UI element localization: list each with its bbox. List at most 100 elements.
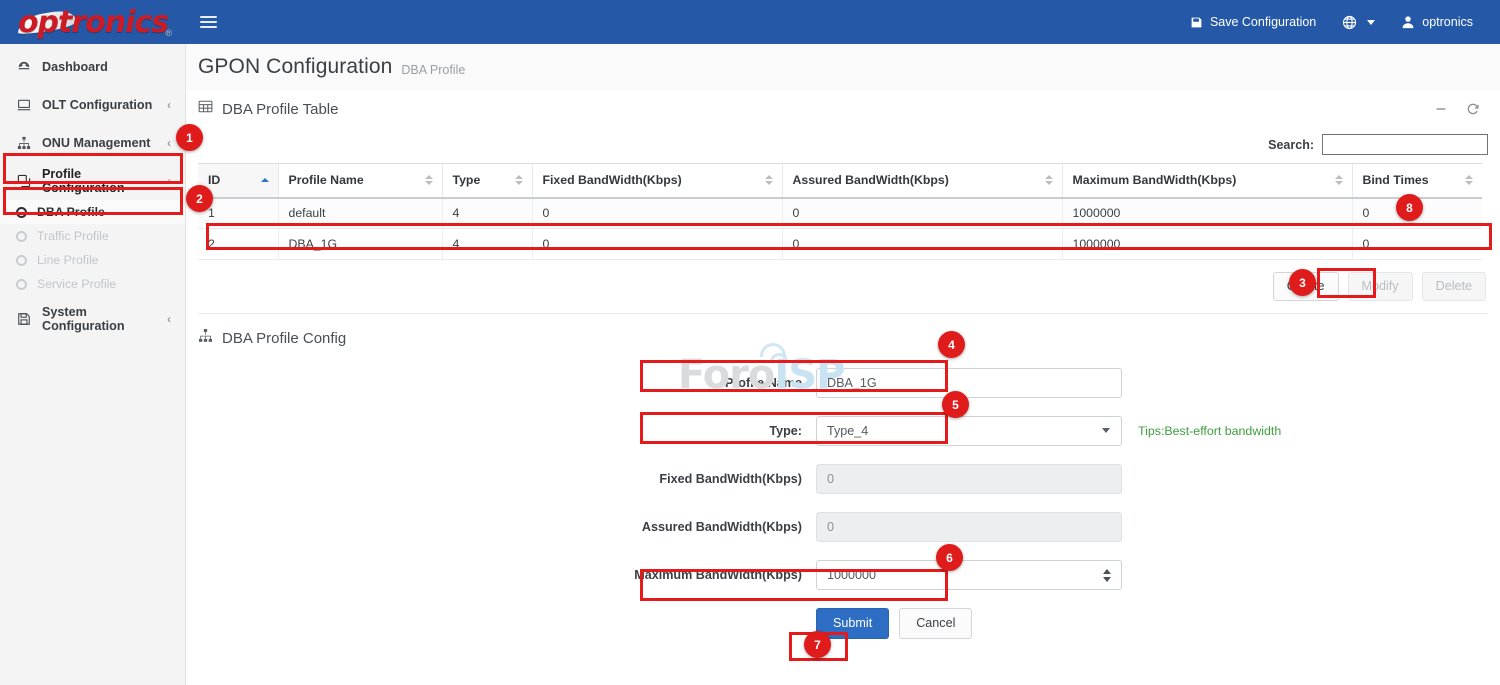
sort-icon	[515, 175, 523, 185]
type-select[interactable]: Type_4	[816, 416, 1122, 446]
user-menu[interactable]: optronics	[1388, 0, 1486, 44]
sidebar-item-onu-management[interactable]: ONU Management ‹	[0, 124, 185, 162]
sidebar-item-profile-configuration[interactable]: Profile Configuration ‹	[0, 162, 185, 200]
registered-mark: ®	[165, 28, 172, 38]
save-configuration-button[interactable]: Save Configuration	[1177, 0, 1329, 44]
table-header-row: ID Profile Name Type Fixed BandWidt	[198, 164, 1482, 198]
brand-text: optronics	[18, 5, 168, 40]
sidebar-subitem-label: Traffic Profile	[37, 229, 109, 243]
column-header-type[interactable]: Type	[442, 164, 532, 198]
submit-button[interactable]: Submit	[816, 608, 889, 639]
cell-fixed-bandwidth: 0	[532, 198, 782, 229]
search-row: Search:	[186, 128, 1500, 163]
sort-icon	[425, 175, 433, 185]
cell-maximum-bandwidth: 1000000	[1062, 229, 1352, 260]
sort-ascending-icon	[261, 178, 269, 182]
assured-bandwidth-input	[816, 512, 1122, 542]
cell-profile-name: DBA_1G	[278, 229, 442, 260]
column-header-profile-name[interactable]: Profile Name	[278, 164, 442, 198]
refresh-icon[interactable]	[1466, 102, 1480, 116]
table-action-buttons: Create Modify Delete	[186, 260, 1500, 313]
column-header-id[interactable]: ID	[198, 164, 278, 198]
sitemap-icon	[198, 328, 213, 348]
cancel-button[interactable]: Cancel	[899, 608, 972, 639]
cell-maximum-bandwidth: 1000000	[1062, 198, 1352, 229]
table-card-title: DBA Profile Table	[222, 101, 338, 118]
menu-toggle-icon[interactable]	[200, 10, 224, 34]
sidebar-item-dashboard[interactable]: Dashboard	[0, 48, 185, 86]
minus-icon[interactable]	[1434, 102, 1448, 116]
fixed-bandwidth-label: Fixed BandWidth(Kbps)	[186, 472, 816, 486]
cell-bind-times: 0	[1352, 229, 1482, 260]
sidebar-subitem-line-profile[interactable]: Line Profile	[0, 248, 185, 272]
form-action-buttons: Submit Cancel	[186, 608, 1500, 639]
sidebar-item-label: System Configuration	[42, 305, 157, 333]
sidebar: Dashboard OLT Configuration ‹	[0, 44, 186, 685]
globe-icon	[1342, 15, 1357, 30]
modify-button[interactable]: Modify	[1348, 272, 1413, 301]
column-header-assured-bandwidth[interactable]: Assured BandWidth(Kbps)	[782, 164, 1062, 198]
sidebar-subitem-label: Service Profile	[37, 277, 116, 291]
fixed-bandwidth-input	[816, 464, 1122, 494]
delete-button[interactable]: Delete	[1422, 272, 1486, 301]
cell-profile-name: default	[278, 198, 442, 229]
user-name-label: optronics	[1422, 15, 1473, 29]
sidebar-subitem-label: Line Profile	[37, 253, 99, 267]
dba-profile-table: ID Profile Name Type Fixed BandWidt	[198, 163, 1482, 260]
column-label: Maximum BandWidth(Kbps)	[1073, 173, 1237, 187]
sort-icon	[1335, 175, 1343, 185]
column-header-fixed-bandwidth[interactable]: Fixed BandWidth(Kbps)	[532, 164, 782, 198]
sidebar-item-arrow: ‹	[167, 174, 171, 188]
config-card-title: DBA Profile Config	[222, 330, 346, 347]
chevron-down-icon	[1367, 20, 1375, 25]
search-input[interactable]	[1322, 134, 1488, 155]
sidebar-subitem-service-profile[interactable]: Service Profile	[0, 272, 185, 296]
sidebar-subitem-traffic-profile[interactable]: Traffic Profile	[0, 224, 185, 248]
app-root: optronics ® Save Configuration	[0, 0, 1500, 685]
table-row[interactable]: 1 default 4 0 0 1000000 0	[198, 198, 1482, 229]
language-selector[interactable]	[1329, 0, 1388, 44]
sort-icon	[765, 175, 773, 185]
assured-bandwidth-label: Assured BandWidth(Kbps)	[186, 520, 816, 534]
card-tools	[1434, 102, 1480, 116]
monitor-icon	[16, 98, 32, 112]
save-configuration-label: Save Configuration	[1210, 15, 1316, 29]
maximum-bandwidth-input[interactable]	[816, 560, 1122, 590]
page-header: GPON Configuration DBA Profile	[186, 44, 1500, 90]
navbar-right-group: Save Configuration	[1177, 0, 1500, 44]
search-label: Search:	[1268, 138, 1314, 152]
cell-id: 1	[198, 198, 278, 229]
save-icon	[1190, 16, 1203, 29]
circle-icon	[16, 279, 27, 290]
table-row[interactable]: 2 DBA_1G 4 0 0 1000000 0	[198, 229, 1482, 260]
brand-logo[interactable]: optronics ®	[0, 0, 186, 44]
column-header-maximum-bandwidth[interactable]: Maximum BandWidth(Kbps)	[1062, 164, 1352, 198]
save-icon	[16, 312, 32, 326]
config-card-header: DBA Profile Config	[186, 318, 1500, 358]
sidebar-item-system-configuration[interactable]: System Configuration ‹	[0, 300, 185, 338]
circle-icon	[16, 255, 27, 266]
dba-profile-config-card: DBA Profile Config Profile Name Type: Ty…	[186, 318, 1500, 639]
profile-name-input[interactable]	[816, 368, 1122, 398]
cell-type: 4	[442, 229, 532, 260]
sidebar-item-olt-configuration[interactable]: OLT Configuration ‹	[0, 86, 185, 124]
sidebar-subitem-label: DBA Profile	[37, 205, 105, 219]
column-header-bind-times[interactable]: Bind Times	[1352, 164, 1482, 198]
section-divider	[198, 313, 1488, 314]
column-label: Type	[453, 173, 481, 187]
profile-name-label: Profile Name	[186, 376, 816, 390]
form-row-fixed-bandwidth: Fixed BandWidth(Kbps)	[186, 464, 1500, 494]
sort-icon	[1465, 175, 1473, 185]
maximum-bandwidth-label: Maximum BandWidth(Kbps)	[186, 568, 816, 582]
cell-fixed-bandwidth: 0	[532, 229, 782, 260]
sitemap-icon	[16, 136, 32, 150]
user-icon	[1401, 15, 1415, 29]
type-tips-text: Tips:Best-effort bandwidth	[1138, 424, 1281, 438]
table-card-header: DBA Profile Table	[186, 90, 1500, 128]
table-icon	[198, 99, 213, 119]
sidebar-subitem-dba-profile[interactable]: DBA Profile	[0, 200, 185, 224]
top-navbar: optronics ® Save Configuration	[0, 0, 1500, 44]
sidebar-item-arrow: ‹	[167, 98, 171, 112]
form-row-type: Type: Type_4 Tips:Best-effort bandwidth	[186, 416, 1500, 446]
create-button[interactable]: Create	[1273, 272, 1339, 301]
